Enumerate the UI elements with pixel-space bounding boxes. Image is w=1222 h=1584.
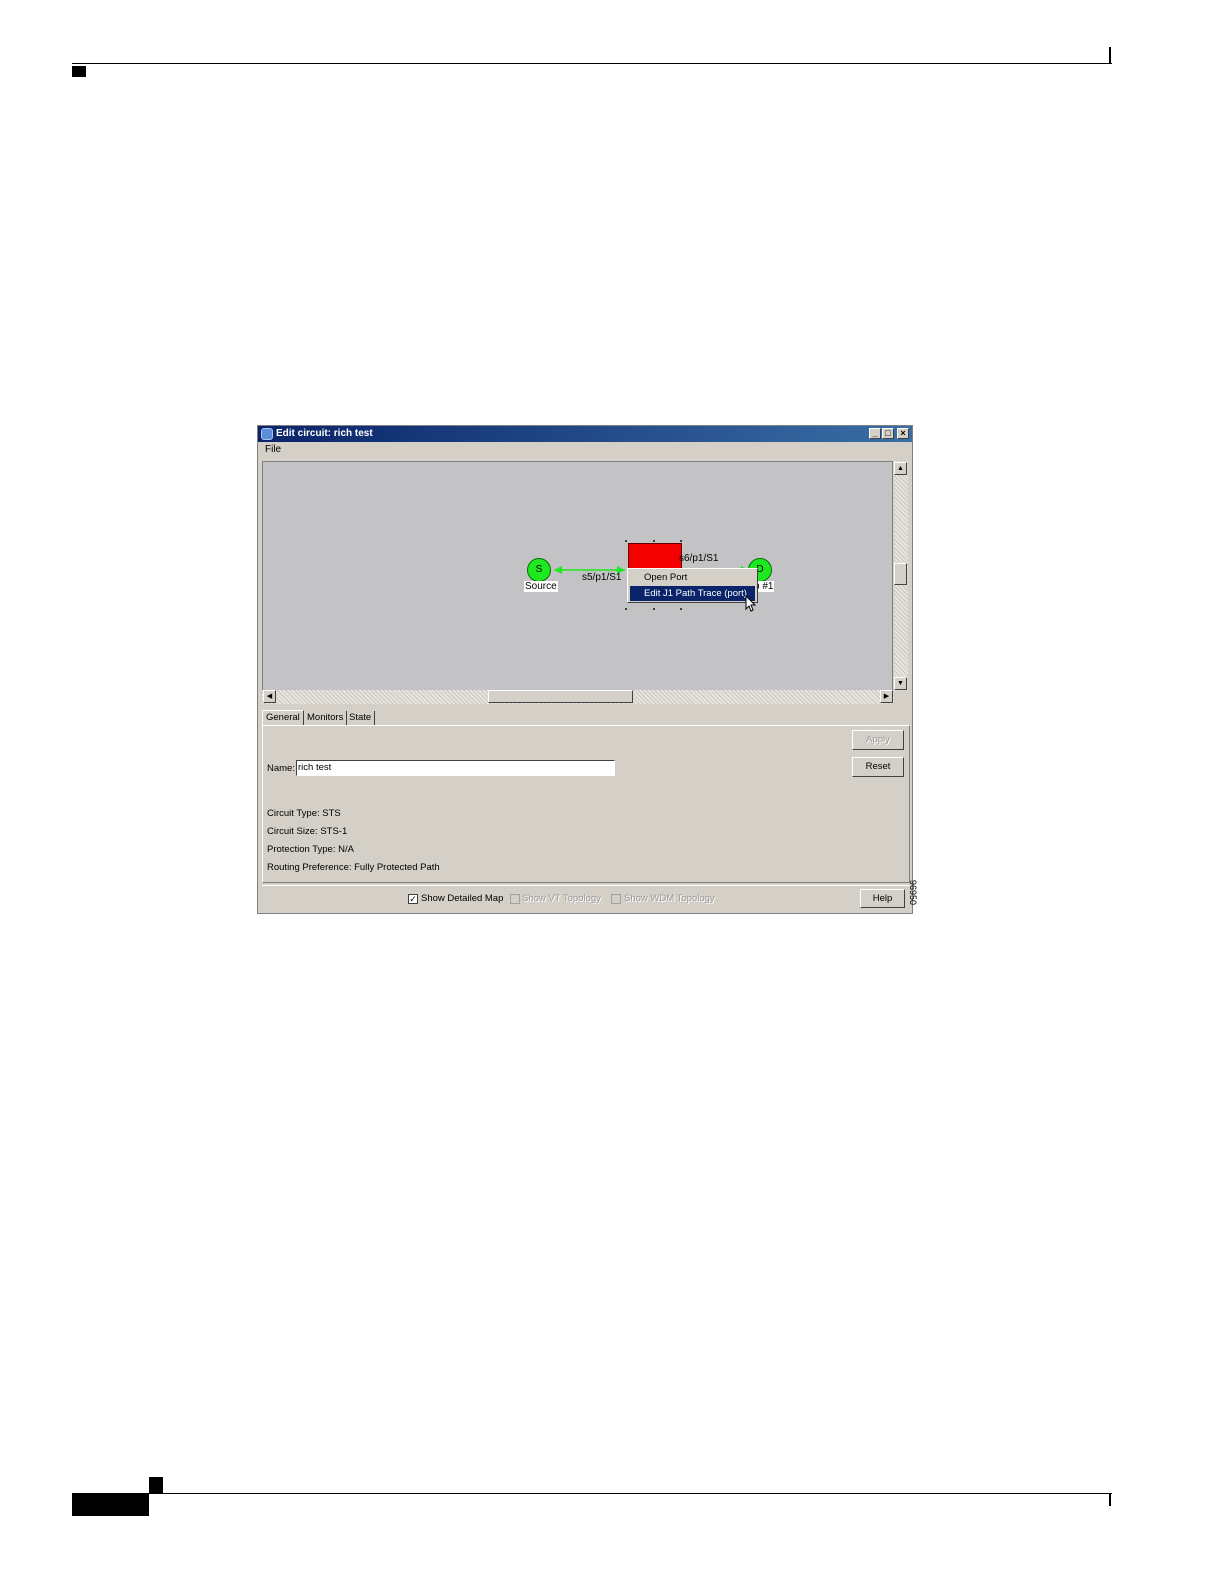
protection-type: Protection Type: N/A xyxy=(267,844,354,855)
network-node-box[interactable] xyxy=(628,543,682,569)
tab-general[interactable]: General xyxy=(262,710,304,726)
reset-button[interactable]: Reset xyxy=(852,757,904,777)
apply-button[interactable]: Apply xyxy=(852,730,904,750)
minimize-button[interactable]: _ xyxy=(869,428,881,439)
help-button[interactable]: Help xyxy=(860,889,905,908)
horizontal-scrollbar[interactable]: ◀ ▶ xyxy=(262,690,894,704)
scroll-up-icon[interactable]: ▲ xyxy=(894,462,907,475)
footer-rule xyxy=(72,1493,1112,1494)
menu-file[interactable]: File xyxy=(265,444,281,455)
horizontal-scroll-thumb[interactable] xyxy=(488,690,633,703)
header-marker xyxy=(72,66,86,77)
show-vt-topology-checkbox[interactable] xyxy=(510,894,520,904)
tab-state[interactable]: State xyxy=(346,711,376,725)
bottom-bar: ✓ Show Detailed Map Show VT Topology Sho… xyxy=(262,885,910,913)
mouse-pointer-icon xyxy=(745,595,757,612)
circuit-type: Circuit Type: STS xyxy=(267,808,341,819)
arrowhead-left-icon xyxy=(554,566,562,574)
name-label: Name: xyxy=(267,763,295,774)
vertical-scrollbar[interactable]: ▲ ▼ xyxy=(894,461,908,691)
title-bar[interactable]: Edit circuit: rich test _ □ × xyxy=(258,426,912,442)
figure-number: 96950 xyxy=(908,880,918,906)
span-right-label: s6/p1/S1 xyxy=(679,553,719,564)
scroll-down-icon[interactable]: ▼ xyxy=(894,677,907,690)
show-vt-topology-label: Show VT Topology xyxy=(522,893,601,904)
window-title: Edit circuit: rich test xyxy=(276,428,373,439)
scroll-right-icon[interactable]: ▶ xyxy=(880,690,893,703)
show-detailed-map-checkbox[interactable]: ✓ xyxy=(408,894,418,904)
span-left-label: s5/p1/S1 xyxy=(582,572,622,583)
context-menu: Open Port Edit J1 Path Trace (port) xyxy=(627,568,758,603)
source-node-label: Source xyxy=(524,581,558,592)
app-icon xyxy=(261,428,273,440)
show-wdm-topology-checkbox[interactable] xyxy=(611,894,621,904)
scroll-left-icon[interactable]: ◀ xyxy=(263,690,276,703)
header-rule xyxy=(72,63,1112,64)
map-links xyxy=(554,540,749,610)
tab-monitors[interactable]: Monitors xyxy=(304,711,348,725)
menu-item-edit-j1-path-trace[interactable]: Edit J1 Path Trace (port) xyxy=(630,586,755,601)
footer-page-block xyxy=(72,1494,149,1516)
maximize-button[interactable]: □ xyxy=(882,428,894,439)
name-input[interactable]: rich test xyxy=(296,760,615,776)
show-detailed-map-label: Show Detailed Map xyxy=(421,893,504,904)
circuit-map[interactable]: S Source s5/p1/S1 s6/p1/S1 D p #1 Open P… xyxy=(262,461,893,691)
footer-marker xyxy=(149,1477,163,1493)
edit-circuit-window: Edit circuit: rich test _ □ × File S Sou… xyxy=(257,425,913,914)
menu-item-open-port[interactable]: Open Port xyxy=(628,570,757,585)
show-wdm-topology-label: Show WDM Topology xyxy=(624,893,715,904)
circuit-size: Circuit Size: STS-1 xyxy=(267,826,348,837)
routing-preference: Routing Preference: Fully Protected Path xyxy=(267,862,440,873)
footer-tick xyxy=(1109,1494,1111,1506)
close-button[interactable]: × xyxy=(897,428,909,439)
menu-bar: File xyxy=(258,443,912,458)
vertical-scroll-thumb[interactable] xyxy=(894,563,907,585)
header-tick xyxy=(1109,47,1111,63)
general-panel: Apply Reset Name: rich test Circuit Type… xyxy=(262,725,910,883)
source-node[interactable]: S xyxy=(527,558,551,582)
